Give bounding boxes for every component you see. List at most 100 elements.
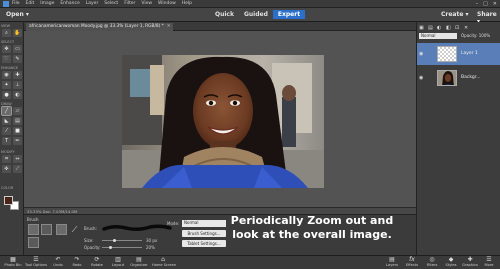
portrait-photo[interactable] bbox=[122, 55, 324, 188]
maximize-icon[interactable]: □ bbox=[483, 1, 488, 7]
color-replacement-icon[interactable] bbox=[28, 237, 39, 248]
tab-quick[interactable]: Quick bbox=[210, 10, 239, 19]
adjustment-layer-icon[interactable]: ◐ bbox=[437, 25, 443, 31]
document-tab[interactable]: africanamericanwoman Moody.jpg @ 33.3% (… bbox=[26, 23, 174, 31]
minimize-icon[interactable]: – bbox=[476, 1, 479, 7]
tablet-settings-button[interactable]: Tablet Settings... bbox=[182, 240, 226, 247]
organizer-button[interactable]: ▤ Organizer bbox=[128, 257, 150, 268]
home-screen-button[interactable]: ⌂ Home Screen bbox=[152, 257, 176, 268]
lock-icon[interactable]: ⊡ bbox=[455, 25, 461, 31]
smart-brush-tool-icon[interactable]: ✦ bbox=[2, 81, 11, 89]
blend-mode-select[interactable]: Normal bbox=[182, 220, 226, 227]
tool-options-label: Tool Options bbox=[25, 263, 47, 267]
menu-select[interactable]: Select bbox=[104, 1, 118, 6]
clone-stamp-tool-icon[interactable]: ⊥ bbox=[13, 81, 22, 89]
document-tab-bar: africanamericanwoman Moody.jpg @ 33.3% (… bbox=[24, 22, 416, 31]
rotate-label: Rotate bbox=[91, 263, 103, 267]
paint-bucket-tool-icon[interactable]: ◣ bbox=[2, 117, 11, 125]
impressionist-brush-icon[interactable] bbox=[41, 224, 52, 235]
straighten-tool-icon[interactable]: ⟋ bbox=[13, 165, 22, 173]
content-aware-move-tool-icon[interactable]: ✜ bbox=[2, 165, 11, 173]
create-button[interactable]: Create ▾ bbox=[441, 11, 469, 18]
layer-opacity[interactable]: Opacity: 100% bbox=[461, 33, 490, 38]
recompose-tool-icon[interactable]: ⇔ bbox=[13, 155, 22, 163]
hand-tool-icon[interactable]: ✋ bbox=[13, 29, 22, 37]
brush-mode-icon[interactable] bbox=[28, 224, 39, 235]
new-layer-icon[interactable]: ▣ bbox=[419, 25, 425, 31]
layer-blend-mode-select[interactable]: Normal bbox=[419, 33, 457, 39]
menu-layer[interactable]: Layer bbox=[86, 1, 99, 6]
menu-view[interactable]: View bbox=[141, 1, 152, 6]
eye-tool-icon[interactable]: ◉ bbox=[2, 71, 11, 79]
tool-section-draw: DRAW bbox=[1, 102, 12, 106]
tab-expert[interactable]: Expert bbox=[272, 10, 306, 19]
menu-file[interactable]: File bbox=[12, 1, 20, 6]
rotate-button[interactable]: ⟳ Rotate bbox=[86, 257, 108, 268]
menu-enhance[interactable]: Enhance bbox=[60, 1, 79, 6]
tool-section-view: VIEW bbox=[1, 24, 11, 28]
zoom-status: 33.33% Doc: 7.03M/14.0M bbox=[27, 208, 78, 214]
layer-mask-icon[interactable]: ◧ bbox=[446, 25, 452, 31]
new-group-icon[interactable]: ▤ bbox=[428, 25, 434, 31]
spot-healing-tool-icon[interactable]: ✚ bbox=[13, 71, 22, 79]
shape-tool-icon[interactable]: ■ bbox=[13, 127, 22, 135]
text-tool-icon[interactable]: T bbox=[2, 137, 11, 145]
window-controls: – □ ✕ bbox=[476, 1, 497, 7]
crop-tool-icon[interactable]: ⌗ bbox=[2, 155, 11, 163]
layer-row-layer-1[interactable]: ◉ Layer 1 bbox=[417, 43, 500, 65]
zoom-tool-icon[interactable]: ⌕ bbox=[2, 29, 11, 37]
effects-button[interactable]: fx Effects bbox=[401, 257, 423, 268]
opacity-slider-knob[interactable] bbox=[108, 246, 112, 249]
size-value: 30 px bbox=[146, 238, 158, 243]
tool-options-section-label: Brush bbox=[27, 217, 39, 222]
gradient-tool-icon[interactable]: ▤ bbox=[13, 117, 22, 125]
menu-window[interactable]: Window bbox=[158, 1, 176, 6]
quick-selection-tool-icon[interactable]: ✎ bbox=[13, 55, 22, 63]
menu-image[interactable]: Image bbox=[40, 1, 54, 6]
layer-row-background[interactable]: ◉ Backgr... bbox=[417, 67, 500, 89]
opacity-label: Opacity: bbox=[84, 245, 101, 250]
portrait-photo-image bbox=[122, 55, 324, 188]
visibility-eye-icon[interactable]: ◉ bbox=[419, 75, 423, 81]
airbrush-icon[interactable] bbox=[56, 224, 67, 235]
layers-button[interactable]: ▤ Layers bbox=[381, 257, 403, 268]
tab-guided[interactable]: Guided bbox=[239, 10, 273, 19]
marquee-tool-icon[interactable]: ▭ bbox=[13, 45, 22, 53]
tablet-pressure-icon[interactable]: ⟋ bbox=[69, 224, 80, 235]
redo-button[interactable]: ↷ Redo bbox=[66, 257, 88, 268]
open-button[interactable]: Open ▾ bbox=[6, 11, 29, 18]
blur-tool-icon[interactable]: ● bbox=[2, 91, 11, 99]
brush-preset-picker[interactable] bbox=[102, 224, 172, 232]
delete-layer-icon[interactable]: ✕ bbox=[464, 25, 470, 31]
layout-button[interactable]: ▥ Layout bbox=[107, 257, 129, 268]
size-slider-knob[interactable] bbox=[112, 239, 116, 242]
visibility-eye-icon[interactable]: ◉ bbox=[419, 51, 423, 57]
foreground-color-swatch[interactable] bbox=[4, 196, 13, 205]
more-button[interactable]: ☰ More bbox=[478, 257, 500, 268]
tool-options-button[interactable]: ☰ Tool Options bbox=[25, 257, 47, 268]
menu-help[interactable]: Help bbox=[182, 1, 192, 6]
photo-bin-button[interactable]: ▦ Photo Bin bbox=[2, 257, 24, 268]
menu-edit[interactable]: Edit bbox=[26, 1, 35, 6]
eraser-tool-icon[interactable]: ▱ bbox=[13, 107, 22, 115]
redo-label: Redo bbox=[72, 263, 82, 267]
close-tab-icon[interactable]: ✕ bbox=[167, 24, 171, 29]
sponge-tool-icon[interactable]: ◐ bbox=[13, 91, 22, 99]
brush-tool-icon[interactable]: ╱ bbox=[1, 106, 12, 116]
brush-settings-button[interactable]: Brush Settings... bbox=[182, 230, 226, 237]
tool-section-color: COLOR bbox=[1, 186, 14, 190]
canvas-area[interactable] bbox=[24, 31, 416, 207]
move-tool-icon[interactable]: ✥ bbox=[2, 45, 11, 53]
close-icon[interactable]: ✕ bbox=[493, 1, 497, 7]
eyedropper-tool-icon[interactable]: ⁄ bbox=[2, 127, 11, 135]
lasso-tool-icon[interactable]: ➰ bbox=[2, 55, 11, 63]
pencil-tool-icon[interactable]: ✏ bbox=[13, 137, 22, 145]
size-slider[interactable] bbox=[102, 240, 142, 241]
tool-section-modify: MODIFY bbox=[1, 150, 15, 154]
effects-label: Effects bbox=[405, 263, 419, 267]
menu-bar: File Edit Image Enhance Layer Select Fil… bbox=[0, 0, 500, 8]
menu-filter[interactable]: Filter bbox=[124, 1, 135, 6]
document-title: africanamericanwoman Moody.jpg @ 33.3% (… bbox=[29, 24, 164, 29]
app-logo-icon bbox=[3, 0, 9, 7]
bottom-taskbar: ▦ Photo Bin ☰ Tool Options ↶ Undo ↷ Redo ⟳ Ro… bbox=[0, 255, 500, 269]
